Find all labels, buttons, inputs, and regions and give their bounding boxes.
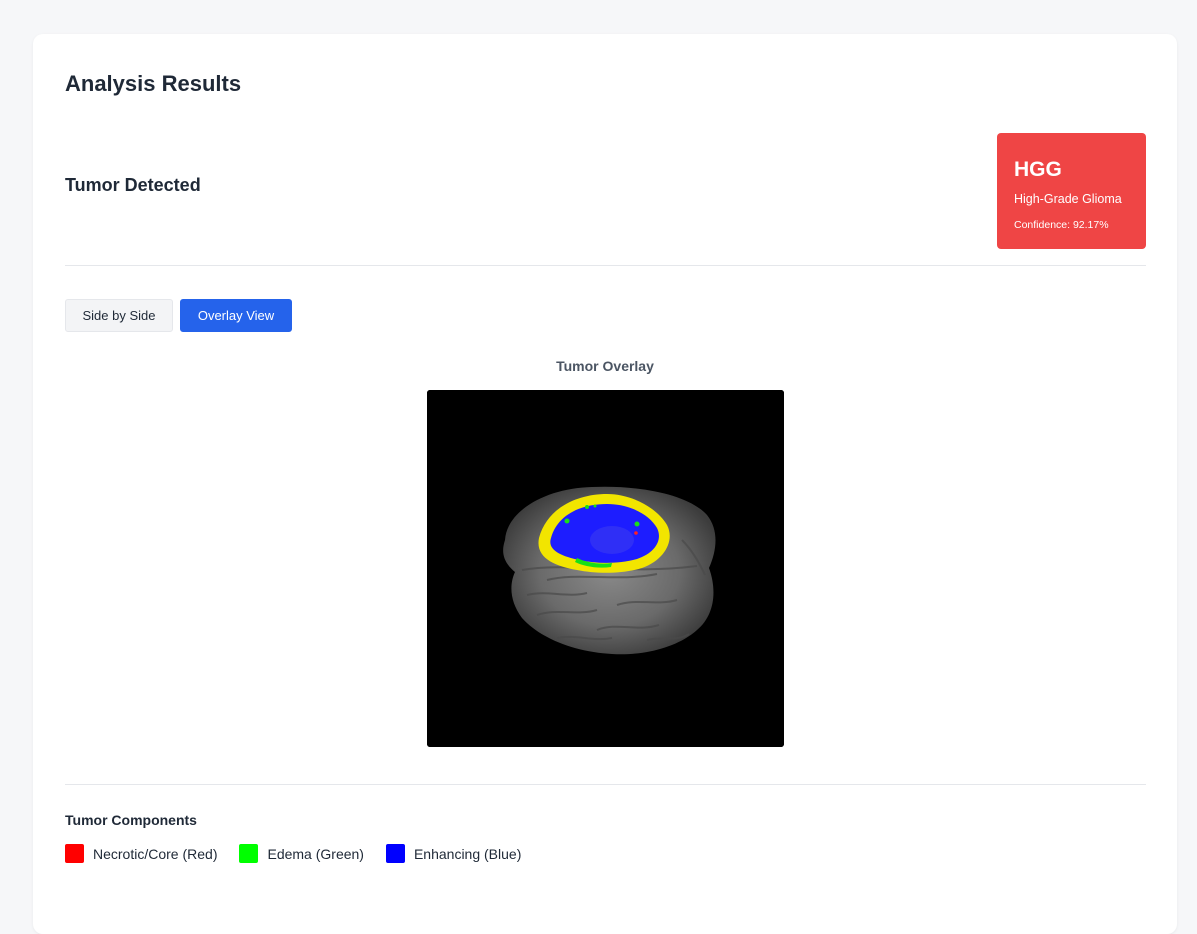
divider <box>65 265 1146 266</box>
enhancing-swatch <box>385 844 405 863</box>
necrotic-swatch <box>65 844 84 863</box>
legend-item-enhancing: Enhancing (Blue) <box>385 844 522 863</box>
legend-title: Tumor Components <box>65 812 197 828</box>
overlay-view-button[interactable]: Overlay View <box>180 299 292 332</box>
classification-code: HGG <box>1014 158 1062 181</box>
legend-label: Enhancing (Blue) <box>413 845 522 862</box>
confidence-label: Confidence: 92.17% <box>1014 219 1109 231</box>
legend-item-necrotic: Necrotic/Core (Red) <box>65 844 217 863</box>
side-by-side-button[interactable]: Side by Side <box>65 299 173 332</box>
legend-label: Edema (Green) <box>267 845 364 862</box>
analysis-results-card: Analysis Results Tumor Detected HGG High… <box>33 34 1177 934</box>
classification-badge: HGG High-Grade Glioma Confidence: 92.17% <box>997 133 1146 249</box>
page-title: Analysis Results <box>65 71 242 96</box>
tumor-status: Tumor Detected <box>65 175 201 195</box>
classification-name: High-Grade Glioma <box>1014 192 1122 206</box>
brain-scan-graphic <box>427 390 784 747</box>
legend-label: Necrotic/Core (Red) <box>93 845 218 862</box>
overlay-title: Tumor Overlay <box>556 358 654 374</box>
legend-item-edema: Edema (Green) <box>239 844 364 863</box>
necrotic-region <box>634 531 638 535</box>
tumor-overlay-image <box>427 390 784 747</box>
edema-swatch <box>239 844 259 863</box>
divider <box>65 784 1146 785</box>
tumor-components-legend: Necrotic/Core (Red) Edema (Green) Enhanc… <box>65 844 543 863</box>
